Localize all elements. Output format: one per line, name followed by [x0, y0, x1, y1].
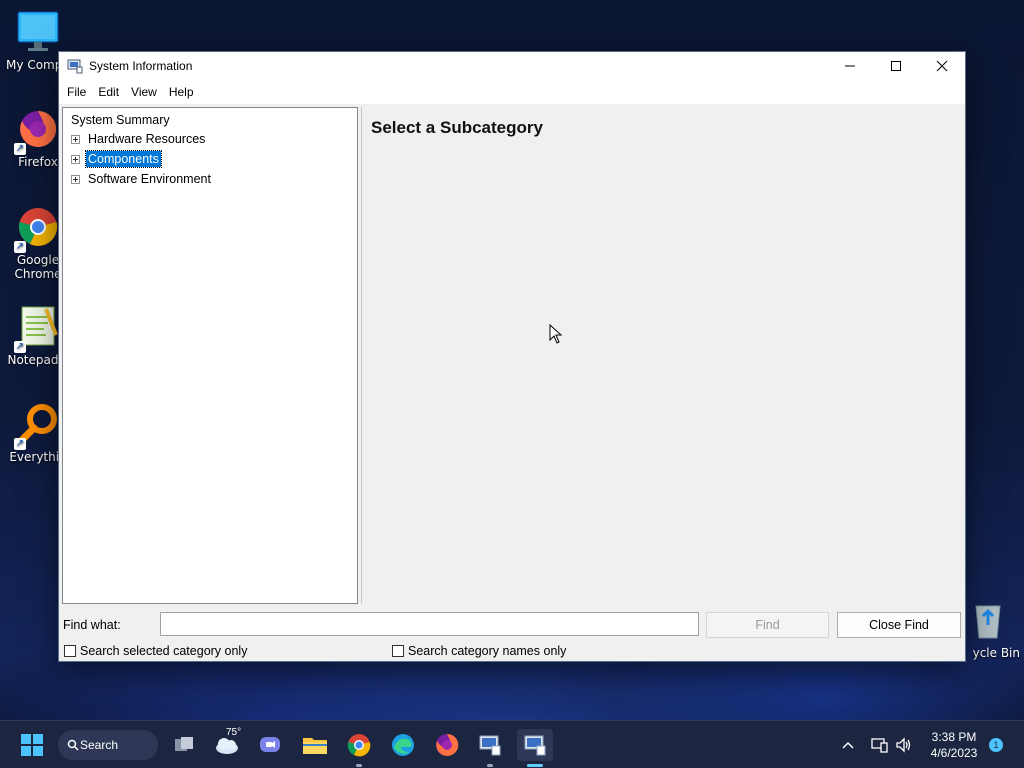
menu-edit[interactable]: Edit	[92, 82, 125, 102]
firefox-taskbar-button[interactable]	[431, 729, 463, 761]
close-button[interactable]	[919, 52, 965, 80]
chat-icon	[260, 737, 280, 752]
chrome-taskbar-button[interactable]	[343, 729, 375, 767]
close-icon	[936, 60, 948, 72]
minimize-button[interactable]	[827, 52, 873, 80]
checkbox-box[interactable]	[64, 645, 76, 657]
system-information-app-icon	[67, 58, 83, 74]
expand-icon[interactable]	[71, 134, 80, 144]
window-title: System Information	[89, 59, 193, 73]
taskbar-search[interactable]: Search	[58, 730, 158, 760]
chrome-icon: ↗	[14, 205, 60, 253]
tree-item-hardware-resources[interactable]: Hardware Resources	[71, 130, 207, 148]
shortcut-arrow-icon: ↗	[14, 143, 26, 155]
notification-badge[interactable]: 1	[989, 738, 1003, 752]
file-explorer-button[interactable]	[299, 729, 331, 761]
search-category-names-checkbox[interactable]: Search category names only	[392, 644, 566, 658]
cloud-icon	[216, 738, 238, 754]
menu-bar: File Edit View Help	[59, 80, 965, 104]
minimize-icon	[845, 65, 855, 67]
volume-button[interactable]	[888, 729, 920, 761]
active-indicator	[527, 764, 543, 767]
clock[interactable]: 3:38 PM 4/6/2023	[920, 729, 988, 761]
shortcut-arrow-icon: ↗	[14, 438, 26, 450]
taskbar: Search 75° 3:38 PM 4/6/2023 1	[0, 720, 1024, 768]
task-view-icon	[175, 737, 193, 751]
window-content: System Summary Hardware Resources Compon…	[59, 104, 965, 661]
everything-search-icon: ↗	[14, 402, 60, 450]
shortcut-arrow-icon: ↗	[14, 241, 26, 253]
running-indicator	[487, 764, 493, 767]
firefox-icon: ↗	[14, 107, 60, 155]
find-what-label: Find what:	[63, 618, 121, 632]
tree-item-system-summary[interactable]: System Summary	[69, 112, 172, 128]
edge-icon	[392, 734, 414, 756]
expand-icon[interactable]	[71, 154, 80, 164]
network-icon	[871, 738, 888, 753]
firefox-icon	[436, 733, 459, 756]
find-bar: Find what: Find Close Find Search select…	[59, 607, 965, 661]
system-info-secondary-taskbar-button[interactable]	[474, 729, 506, 767]
system-information-window: System Information File Edit View Help S…	[58, 51, 966, 662]
search-label: Search	[80, 738, 119, 752]
start-button[interactable]	[16, 729, 48, 761]
system-information-icon	[479, 735, 501, 756]
tree-item-label: Software Environment	[88, 172, 211, 186]
search-selected-category-checkbox[interactable]: Search selected category only	[64, 644, 247, 658]
system-information-taskbar-button[interactable]	[517, 729, 553, 767]
maximize-icon	[891, 61, 901, 71]
chevron-up-icon	[842, 741, 854, 749]
clock-date: 4/6/2023	[930, 746, 978, 760]
checkbox-label: Search selected category only	[80, 644, 248, 658]
expand-icon[interactable]	[71, 174, 80, 184]
tree-item-components[interactable]: Components	[71, 150, 162, 168]
notepad-plus-icon: ↗	[14, 305, 60, 353]
title-bar[interactable]: System Information	[59, 52, 965, 80]
menu-file[interactable]: File	[61, 82, 92, 102]
teams-chat-button[interactable]	[254, 729, 286, 761]
weather-temperature: 75°	[226, 727, 242, 738]
find-button[interactable]: Find	[706, 612, 829, 638]
tree-item-software-environment[interactable]: Software Environment	[71, 170, 213, 188]
speaker-icon	[896, 737, 911, 753]
running-indicator	[356, 764, 362, 767]
task-view-button[interactable]	[168, 729, 200, 761]
chrome-icon	[347, 734, 371, 757]
clock-time: 3:38 PM	[931, 730, 977, 744]
recycle-bin-icon	[966, 598, 1010, 642]
detail-title: Select a Subcategory	[371, 118, 543, 137]
weather-widget[interactable]: 75°	[211, 727, 243, 761]
notification-count: 1	[993, 740, 999, 750]
show-hidden-icons-button[interactable]	[832, 729, 864, 761]
windows-logo-icon	[21, 734, 43, 756]
edge-taskbar-button[interactable]	[387, 729, 419, 761]
folder-icon	[303, 738, 327, 754]
maximize-button[interactable]	[873, 52, 919, 80]
mouse-cursor-icon	[549, 323, 563, 348]
detail-pane: Select a Subcategory	[361, 107, 962, 604]
tree-item-label: Hardware Resources	[88, 132, 206, 146]
search-icon	[67, 739, 79, 751]
shortcut-arrow-icon: ↗	[14, 341, 26, 353]
close-find-button[interactable]: Close Find	[837, 612, 961, 638]
menu-help[interactable]: Help	[163, 82, 200, 102]
monitor-icon	[16, 10, 60, 54]
checkbox-box[interactable]	[392, 645, 404, 657]
system-information-icon	[524, 735, 546, 756]
tree-item-label: Components	[85, 150, 162, 168]
category-tree[interactable]: System Summary Hardware Resources Compon…	[62, 107, 358, 604]
find-what-input[interactable]	[160, 612, 699, 636]
checkbox-label: Search category names only	[408, 644, 567, 658]
menu-view[interactable]: View	[125, 82, 163, 102]
